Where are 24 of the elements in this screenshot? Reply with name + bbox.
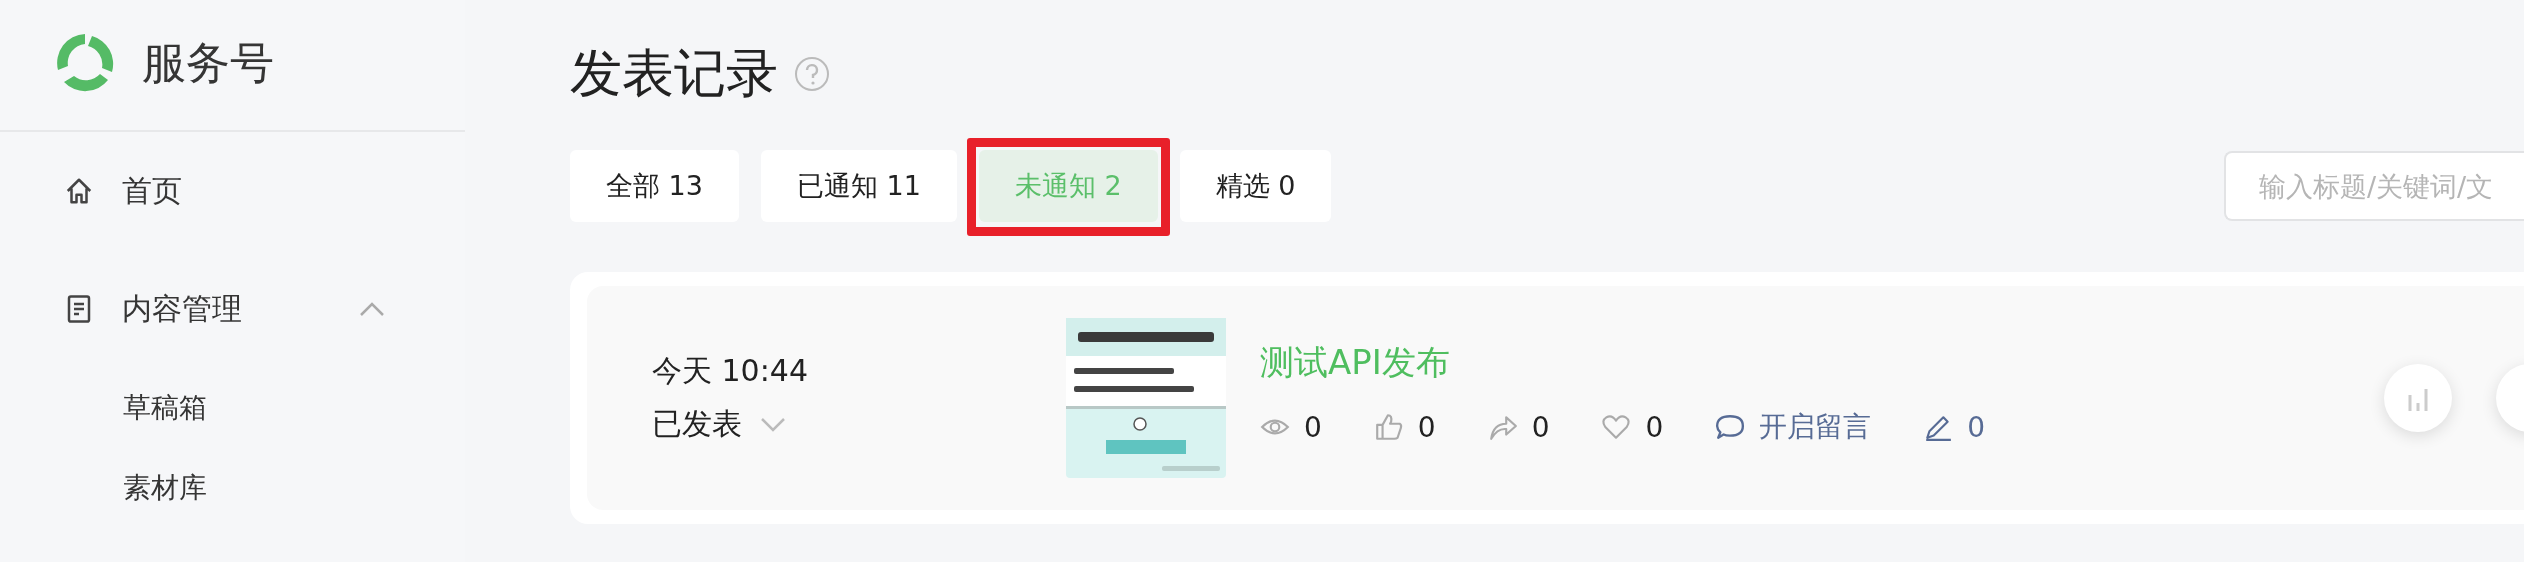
stat-count: 0: [1531, 410, 1550, 444]
nav-item[interactable]: 首页: [0, 132, 465, 250]
stat-count: 0: [1417, 410, 1436, 444]
speech-bubble-icon: [1715, 412, 1746, 442]
nav-subitem[interactable]: 草稿箱: [0, 368, 465, 448]
stat-link[interactable]: 开启留言: [1759, 408, 1872, 446]
filter-tab[interactable]: 已通知 11: [760, 150, 957, 222]
filter-tab[interactable]: 精选 0: [1179, 150, 1332, 222]
stat-count: 0: [1645, 410, 1664, 444]
filter-tab[interactable]: 全部 13: [570, 150, 739, 222]
brand-name: 服务号: [142, 35, 274, 90]
nav-item[interactable]: 内容管理: [0, 250, 465, 368]
help-icon: [794, 56, 830, 92]
home-icon: [64, 176, 94, 206]
nav-subitem[interactable]: 素材库: [0, 448, 465, 528]
page-title: 发表记录: [570, 42, 778, 105]
publish-status[interactable]: 已发表: [652, 404, 742, 445]
stat-link[interactable]: 0: [1967, 410, 1986, 444]
stat-count: 0: [1304, 410, 1322, 444]
publish-time: 今天 10:44: [652, 352, 809, 390]
chevron-icon: [760, 416, 786, 433]
heart-icon: [1601, 412, 1632, 442]
search-field[interactable]: 输入标题/关键词/文: [2224, 151, 2524, 221]
thumbs-up-icon: [1373, 412, 1404, 442]
